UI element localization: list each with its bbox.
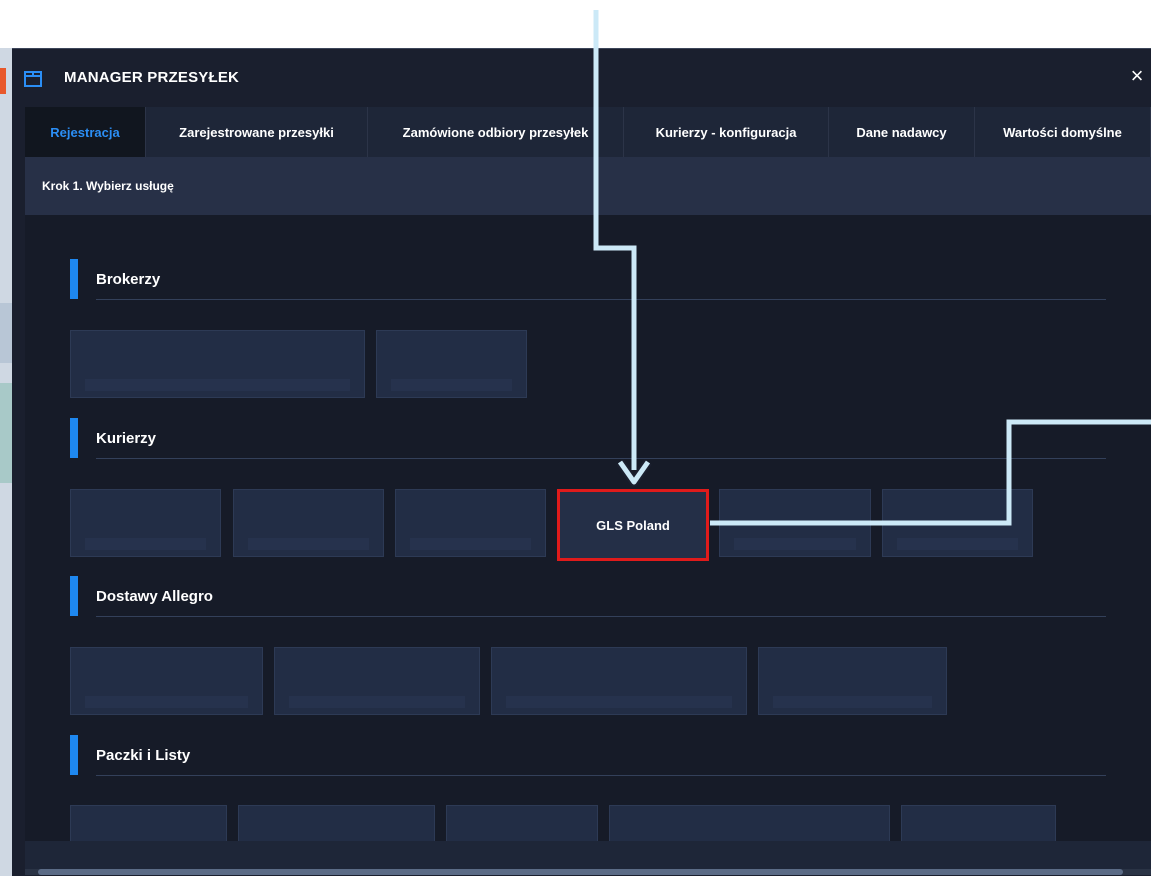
package-icon [22, 67, 44, 89]
courier-service-button[interactable] [233, 489, 384, 557]
allegro-service-button[interactable] [274, 647, 480, 715]
parcel-service-button[interactable] [70, 805, 227, 841]
section-divider [96, 775, 1106, 776]
button-bar [85, 379, 350, 391]
parcel-service-button[interactable] [609, 805, 890, 841]
courier-service-button[interactable] [882, 489, 1033, 557]
section-accent-bar [70, 576, 78, 616]
tab-wartosci-domyslne[interactable]: Wartości domyślne [975, 107, 1151, 157]
broker-service-button[interactable] [376, 330, 527, 398]
gls-poland-label: GLS Poland [596, 517, 670, 533]
button-bar [289, 696, 465, 708]
tab-zarejestrowane-przesylki[interactable]: Zarejestrowane przesyłki [146, 107, 368, 157]
section-divider [96, 458, 1106, 459]
section-title: Paczki i Listy [96, 747, 191, 764]
section-accent-bar [70, 259, 78, 299]
button-bar [85, 538, 206, 550]
tab-rejestracja[interactable]: Rejestracja [25, 107, 146, 157]
section-header-dostawy-allegro: Dostawy Allegro [70, 576, 1110, 617]
allegro-service-button[interactable] [758, 647, 947, 715]
background-window-edge [0, 48, 12, 876]
button-bar [410, 538, 531, 550]
scrollbar-thumb[interactable] [38, 869, 1123, 875]
button-bar [506, 696, 732, 708]
step-header: Krok 1. Wybierz usługę [25, 157, 1151, 215]
tab-zamowione-odbiory[interactable]: Zamówione odbiory przesyłek [368, 107, 624, 157]
button-bar [734, 538, 856, 550]
background-window-mark [0, 68, 6, 94]
section-header-kurierzy: Kurierzy [70, 418, 1110, 459]
button-bar [85, 696, 248, 708]
section-title: Dostawy Allegro [96, 588, 213, 605]
button-bar [897, 538, 1018, 550]
tab-bar: Rejestracja Zarejestrowane przesyłki Zam… [25, 107, 1151, 157]
service-selection-panel: Brokerzy Kurierzy GLS Poland Dostawy All… [25, 215, 1151, 841]
courier-service-button[interactable] [70, 489, 221, 557]
courier-service-button[interactable] [719, 489, 871, 557]
allegro-service-button[interactable] [70, 647, 263, 715]
section-accent-bar [70, 418, 78, 458]
courier-service-button[interactable] [395, 489, 546, 557]
parcel-service-button[interactable] [901, 805, 1056, 841]
manager-dialog: MANAGER PRZESYŁEK × Rejestracja Zarejest… [12, 48, 1151, 876]
section-divider [96, 616, 1106, 617]
allegro-service-button[interactable] [491, 647, 747, 715]
section-header-brokerzy: Brokerzy [70, 259, 1110, 300]
background-window-mark [0, 383, 12, 483]
parcel-service-button[interactable] [446, 805, 598, 841]
button-bar [248, 538, 369, 550]
broker-service-button[interactable] [70, 330, 365, 398]
horizontal-scrollbar[interactable] [25, 869, 1151, 875]
gls-poland-button[interactable]: GLS Poland [557, 489, 709, 561]
section-accent-bar [70, 735, 78, 775]
tab-dane-nadawcy[interactable]: Dane nadawcy [829, 107, 975, 157]
window-title: MANAGER PRZESYŁEK [64, 69, 240, 86]
section-title: Kurierzy [96, 430, 157, 447]
dialog-footer [25, 841, 1151, 871]
section-title: Brokerzy [96, 271, 161, 288]
title-bar: MANAGER PRZESYŁEK × [12, 49, 1151, 107]
button-bar [773, 696, 932, 708]
parcel-service-button[interactable] [238, 805, 435, 841]
section-header-paczki-i-listy: Paczki i Listy [70, 735, 1110, 776]
section-divider [96, 299, 1106, 300]
step-label: Krok 1. Wybierz usługę [42, 179, 174, 193]
tab-kurierzy-konfiguracja[interactable]: Kurierzy - konfiguracja [624, 107, 829, 157]
close-icon[interactable]: × [1125, 63, 1149, 89]
button-bar [391, 379, 512, 391]
background-window-mark [0, 303, 12, 363]
